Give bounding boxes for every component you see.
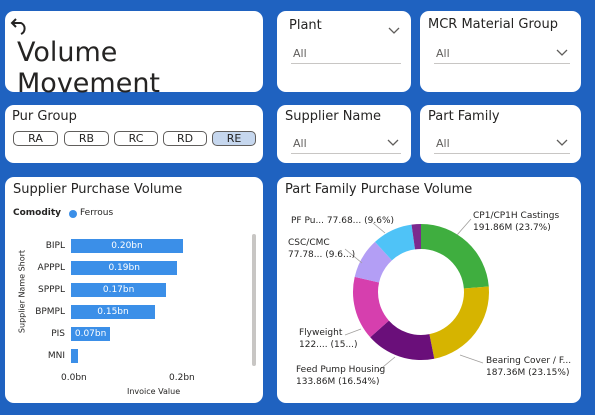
pur-group-option-rd[interactable]: RD <box>163 131 207 146</box>
bar-area: BIPL 0.20bn APPPL 0.19bn SPPPL 0.17bn BPMPL 0.1… <box>5 177 263 403</box>
x-tick-1: 0.2bn <box>169 373 195 383</box>
mcr-slicer: MCR Material Group All <box>420 11 581 92</box>
supplier-slicer: Supplier Name All <box>277 105 411 163</box>
slice-label-flyweight: Flyweight 122.... (15...) <box>299 327 358 351</box>
slice-label-value: 191.86M (23.7%) <box>473 223 551 233</box>
mcr-label: MCR Material Group <box>428 17 558 32</box>
slice-label-name: Feed Pump Housing <box>296 365 386 375</box>
y-tick-label: APPPL <box>37 263 65 273</box>
y-tick-label: MNI <box>47 351 65 361</box>
leader-line <box>456 218 472 236</box>
chevron-down-icon <box>556 137 568 150</box>
page-title: Volume Movement <box>17 37 161 99</box>
x-tick-0: 0.0bn <box>61 373 87 383</box>
slice-label-bearing: Bearing Cover / F... 187.36M (23.15%) <box>486 355 571 379</box>
y-tick-label: SPPPL <box>37 285 65 295</box>
slice-label-name: Flyweight <box>299 328 343 338</box>
y-tick-label: BPMPL <box>35 307 65 317</box>
slice-label-csc: CSC/CMC 77.78... (9.6...) <box>288 237 355 261</box>
slice-label-value: 133.86M (16.54%) <box>296 377 380 387</box>
bar[interactable]: 0.17bn <box>71 283 167 297</box>
slice-label-cp1: CP1/CP1H Castings 191.86M (23.7%) <box>473 210 559 234</box>
pur-group-label: Pur Group <box>12 109 77 124</box>
bar[interactable]: 0.20bn <box>71 239 183 253</box>
part-family-value: All <box>436 137 450 150</box>
slice-label-name: PF Pu... <box>291 216 325 226</box>
supplier-value: All <box>293 137 307 150</box>
back-arrow-icon[interactable] <box>9 13 31 39</box>
part-family-chart-card: Part Family Purchase Volume CP1/CP1H Cas… <box>277 177 581 403</box>
bar[interactable] <box>71 349 78 363</box>
bar[interactable]: 0.07bn <box>71 327 111 341</box>
title-card: Volume Movement <box>5 11 263 99</box>
plant-dropdown[interactable]: All <box>291 43 401 64</box>
pur-group-option-re[interactable]: RE <box>212 131 256 146</box>
slice-label-pf: PF Pu... 77.68... (9.6%) <box>291 216 394 226</box>
pur-group-option-rc[interactable]: RC <box>114 131 158 146</box>
supplier-label: Supplier Name <box>285 109 382 124</box>
slice-label-name: Bearing Cover / F... <box>486 356 572 366</box>
pur-group-option-ra[interactable]: RA <box>13 131 58 146</box>
scrollbar[interactable] <box>252 234 256 366</box>
slice-label-name: CP1/CP1H Castings <box>473 211 560 221</box>
chevron-down-icon <box>556 47 568 60</box>
chevron-down-icon <box>387 137 399 150</box>
slice-label-name: CSC/CMC <box>288 238 330 248</box>
slice-label-value: 122.... (15...) <box>299 340 358 350</box>
slice-label-feed-pump: Feed Pump Housing 133.86M (16.54%) <box>296 364 385 388</box>
slice-label-value: 77.78... (9.6...) <box>288 250 356 260</box>
part-family-label: Part Family <box>428 109 500 124</box>
slice-label-value: 77.68... (9.6%) <box>326 216 395 226</box>
mcr-dropdown[interactable]: All <box>434 43 570 64</box>
y-tick-label: BIPL <box>45 241 65 251</box>
x-axis-title: Invoice Value <box>127 387 181 396</box>
donut-slice[interactable] <box>429 286 489 359</box>
leader-line <box>459 354 484 364</box>
plant-value: All <box>293 47 307 60</box>
supplier-chart-card: Supplier Purchase Volume Comodity Ferrou… <box>5 177 263 403</box>
pur-group-option-rb[interactable]: RB <box>64 131 109 146</box>
part-family-dropdown[interactable]: All <box>434 133 570 154</box>
bar[interactable]: 0.19bn <box>71 261 178 275</box>
part-family-slicer: Part Family All <box>420 105 581 163</box>
bar[interactable]: 0.15bn <box>71 305 155 319</box>
plant-slicer: Plant All <box>277 11 411 92</box>
supplier-dropdown[interactable]: All <box>291 133 401 154</box>
slice-label-value: 187.36M (23.15%) <box>486 368 570 378</box>
chevron-down-icon[interactable] <box>388 20 400 39</box>
plant-label: Plant <box>289 18 322 33</box>
y-tick-label: PIS <box>51 329 65 339</box>
mcr-value: All <box>436 47 450 60</box>
